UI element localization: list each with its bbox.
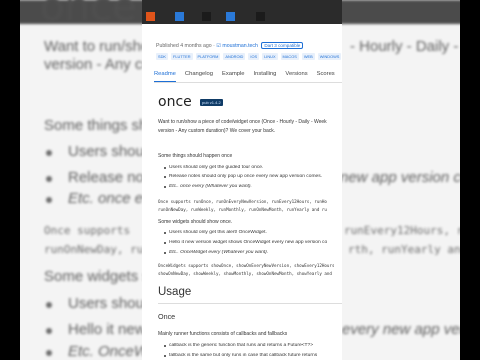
tab-readme[interactable]: Readme (154, 71, 176, 82)
background-bullet (46, 176, 52, 182)
list-item: Release notes should only pop up once ev… (169, 174, 323, 179)
right-letterbox (460, 0, 480, 360)
bullet (164, 167, 166, 169)
left-letterbox (0, 0, 20, 360)
published-date: Published 4 months ago (156, 43, 212, 49)
usage-heading: Usage (158, 286, 192, 298)
mainly-text: Mainly runner functions consists of call… (158, 331, 288, 337)
usage-divider (158, 303, 342, 304)
top-square-icon (175, 12, 184, 21)
intro-line: version - Any custom duration)? We cover… (158, 128, 276, 134)
chip-platform[interactable]: PLATFORM (195, 53, 221, 60)
intro-line: Want to run/show a piece of code/widget … (158, 119, 327, 125)
tabs-divider (154, 82, 342, 83)
background-bullet (46, 197, 52, 203)
tab-example[interactable]: Example (222, 71, 245, 82)
list-item: Users should only get this alert! OnceWi… (169, 230, 267, 235)
dart3-compatible-badge: Dart 3 compatible (261, 42, 304, 49)
top-square-icon (202, 12, 211, 21)
background-bullet (46, 350, 52, 356)
top-square-icon (226, 12, 235, 21)
bullet (164, 242, 166, 244)
top-square-icon (256, 12, 265, 21)
background-text: new app version comes. (340, 169, 480, 186)
package-meta: Published 4 months ago · ☑ moustman.tech… (156, 42, 304, 49)
chip-flutter[interactable]: FLUTTER (171, 53, 193, 60)
package-page: Published 4 months ago · ☑ moustman.tech… (142, 0, 342, 360)
background-text: Once supports (44, 224, 131, 237)
once-heading: Once (158, 312, 176, 321)
section-heading: Some things should happen once (158, 153, 233, 159)
top-square-icon (146, 12, 155, 21)
chip-linux[interactable]: LINUX (262, 53, 278, 60)
tab-scores[interactable]: Scores (317, 71, 335, 82)
supports-line: Once supports runOnce, runOnEveryNewVers… (158, 199, 327, 204)
section-heading: Some widgets should show once. (158, 219, 233, 225)
bullet (164, 186, 166, 188)
platform-chips: SDK FLUTTER PLATFORM ANDROID IOS LINUX M… (156, 53, 342, 60)
background-bullet (46, 302, 52, 308)
chip-android[interactable]: ANDROID (223, 53, 246, 60)
background-title: once (40, 0, 137, 30)
widgets-line: OnceWidgets supports showOnce, showOnEve… (158, 263, 335, 268)
chip-windows[interactable]: WINDOWS (317, 53, 342, 60)
pub-version-badge[interactable]: pub v1.4.2 (200, 99, 223, 106)
list-item: fallback is the same but only runs in ca… (169, 353, 318, 358)
tab-changelog[interactable]: Changelog (185, 71, 213, 82)
list-item: Hello it new version widget shows OnceWi… (169, 240, 328, 245)
readme-title: once (158, 94, 192, 110)
chip-web[interactable]: WEB (301, 53, 315, 60)
package-tabs: Readme Changelog Example Installing Vers… (154, 71, 335, 82)
tab-versions[interactable]: Versions (285, 71, 307, 82)
list-item: Etc.. once every (Whatever you want). (169, 184, 252, 189)
background-text: runOnNewDay, ru (44, 243, 144, 256)
bullet (164, 345, 166, 347)
background-text: Etc. OnceW (68, 343, 149, 360)
chip-ios[interactable]: IOS (248, 53, 260, 60)
supports-line: runOnNewDay, runWeekly, runMonthly, runO… (158, 207, 327, 212)
tab-installing[interactable]: Installing (254, 71, 277, 82)
bullet (164, 252, 166, 254)
publisher-link[interactable]: ☑ moustman.tech (216, 43, 258, 49)
bullet (164, 232, 166, 234)
list-item: Etc.. OnceWidget every (Whatever you wan… (169, 250, 269, 255)
background-bullet (46, 150, 52, 156)
bullet (164, 355, 166, 357)
list-item: Users should only get the guided tour on… (169, 165, 264, 170)
list-item: callback is the generic function that ru… (169, 343, 314, 348)
widgets-line: showOnNewDay, showWeekly, showMonthly, s… (158, 271, 332, 276)
chip-macos[interactable]: MACOS (280, 53, 299, 60)
background-text: Hello it new (68, 321, 146, 338)
chip-sdk[interactable]: SDK (156, 53, 168, 60)
bullet (164, 176, 166, 178)
background-bullet (46, 328, 52, 334)
top-bar (142, 0, 342, 24)
meta-separator: · (213, 43, 215, 49)
background-text: Etc. once e (68, 190, 144, 207)
